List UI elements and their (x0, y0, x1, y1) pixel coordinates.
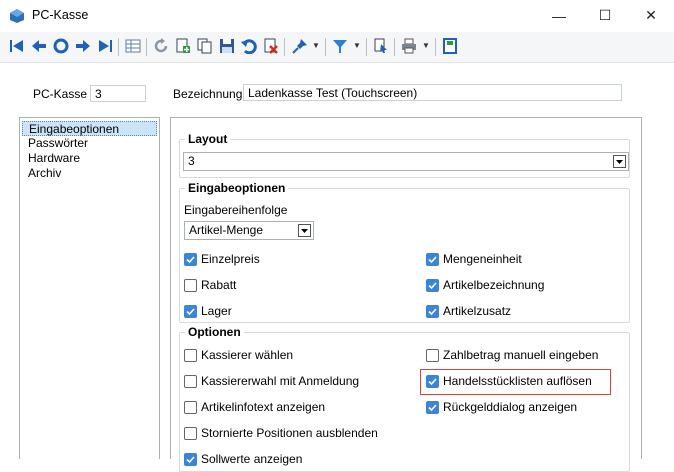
toolbar-separator (435, 38, 436, 56)
eingabereihenfolge-select[interactable]: Artikel-Menge (184, 221, 314, 240)
checkbox-label: Artikelinfotext anzeigen (201, 400, 326, 414)
checkbox-label: Sollwerte anzeigen (201, 452, 303, 466)
checkbox-lager[interactable]: Lager (184, 303, 232, 319)
toolbar-separator (118, 38, 119, 56)
chevron-down-icon[interactable] (298, 224, 311, 237)
toolbar-separator (394, 38, 395, 56)
checkbox-box[interactable] (426, 304, 439, 318)
chevron-down-icon[interactable]: ▼ (353, 41, 361, 50)
checkbox-box[interactable] (426, 252, 439, 266)
checkbox-box[interactable] (426, 278, 439, 292)
bezeichnung-field[interactable]: Ladenkasse Test (Touchscreen) (243, 84, 622, 101)
chevron-down-icon[interactable]: ▼ (312, 41, 320, 50)
title-bar: PC-Kasse — ☐ ✕ (0, 0, 674, 31)
toolbar-separator (366, 38, 367, 56)
print-icon[interactable] (400, 37, 418, 55)
checkbox-label: Stornierte Positionen ausblenden (201, 426, 378, 440)
last-record-icon[interactable] (96, 37, 114, 55)
checkbox-handelsstuecklisten[interactable]: Handelsstücklisten auflösen (426, 373, 592, 389)
bezeichnung-label: Bezeichnung (173, 87, 243, 101)
checkbox-label: Handelsstücklisten auflösen (443, 374, 592, 388)
close-form-icon[interactable] (441, 37, 459, 55)
checkbox-box[interactable] (426, 374, 439, 388)
app-icon (9, 8, 25, 24)
toolbar-separator (325, 38, 326, 56)
nav-item-archiv[interactable]: Archiv (22, 166, 157, 181)
copy-record-icon[interactable] (196, 37, 214, 55)
checkbox-kassiererwahl-anmeldung[interactable]: Kassiererwahl mit Anmeldung (184, 373, 359, 389)
nav-item-hardware[interactable]: Hardware (22, 151, 157, 166)
checkbox-label: Artikelzusatz (443, 304, 512, 318)
checkbox-einzelpreis[interactable]: Einzelpreis (184, 251, 260, 267)
optionen-group-title: Optionen (185, 325, 244, 339)
reload-icon[interactable] (152, 37, 170, 55)
window-title: PC-Kasse (32, 8, 89, 22)
layout-select-value: 3 (188, 154, 195, 168)
checkbox-box[interactable] (184, 252, 197, 266)
checkbox-rabatt[interactable]: Rabatt (184, 277, 236, 293)
save-icon[interactable] (218, 37, 236, 55)
checkbox-label: Artikelbezeichnung (443, 278, 545, 292)
checkbox-box[interactable] (184, 374, 197, 388)
checkbox-label: Rückgelddialog anzeigen (443, 400, 578, 414)
checkbox-box[interactable] (184, 400, 197, 414)
checkbox-label: Kassiererwahl mit Anmeldung (201, 374, 360, 388)
eingabeoptionen-group-title: Eingabeoptionen (185, 181, 289, 195)
minimize-button[interactable]: — (536, 0, 582, 31)
checkbox-rueckgelddialog[interactable]: Rückgelddialog anzeigen (426, 399, 577, 415)
checkbox-box[interactable] (426, 348, 439, 362)
checkbox-box[interactable] (184, 426, 197, 440)
checkbox-label: Einzelpreis (201, 252, 260, 266)
checkbox-artikelinfotext[interactable]: Artikelinfotext anzeigen (184, 399, 325, 415)
checkbox-kassierer-waehlen[interactable]: Kassierer wählen (184, 347, 293, 363)
checkbox-mengeneinheit[interactable]: Mengeneinheit (426, 251, 522, 267)
checkbox-label: Kassierer wählen (201, 348, 294, 362)
pin-icon[interactable] (291, 37, 309, 55)
first-record-icon[interactable] (8, 37, 26, 55)
delete-record-icon[interactable] (262, 37, 280, 55)
chevron-down-icon[interactable]: ▼ (422, 41, 430, 50)
checkbox-label: Mengeneinheit (443, 252, 522, 266)
checkbox-box[interactable] (184, 278, 197, 292)
refresh-icon[interactable] (52, 37, 70, 55)
checkbox-label: Zahlbetrag manuell eingeben (443, 348, 599, 362)
checkbox-stornierte-positionen[interactable]: Stornierte Positionen ausblenden (184, 425, 378, 441)
checkbox-artikelzusatz[interactable]: Artikelzusatz (426, 303, 511, 319)
checkbox-box[interactable] (184, 452, 197, 466)
close-button[interactable]: ✕ (628, 0, 674, 31)
pckasse-field[interactable]: 3 (90, 85, 146, 102)
toolbar: ▼ ▼ ▼ (0, 32, 674, 63)
checkbox-artikelbezeichnung[interactable]: Artikelbezeichnung (426, 277, 544, 293)
checkbox-zahlbetrag-manuell[interactable]: Zahlbetrag manuell eingeben (426, 347, 598, 363)
layout-select[interactable]: 3 (183, 152, 629, 171)
document-pointer-icon[interactable] (372, 37, 390, 55)
options-nav-list: Eingabeoptionen Passwörter Hardware Arch… (19, 117, 160, 459)
next-record-icon[interactable] (74, 37, 92, 55)
pckasse-label: PC-Kasse (33, 87, 88, 101)
checkbox-label: Lager (201, 304, 232, 318)
checkbox-label: Rabatt (201, 278, 237, 292)
checkbox-box[interactable] (184, 348, 197, 362)
layout-group-title: Layout (185, 132, 231, 146)
checkbox-box[interactable] (184, 304, 197, 318)
previous-record-icon[interactable] (30, 37, 48, 55)
nav-item-passwoerter[interactable]: Passwörter (22, 136, 157, 151)
eingabereihenfolge-label: Eingabereihenfolge (184, 203, 288, 217)
nav-item-eingabeoptionen[interactable]: Eingabeoptionen (22, 121, 157, 136)
chevron-down-icon[interactable] (613, 155, 626, 168)
undo-icon[interactable] (240, 37, 258, 55)
table-view-icon[interactable] (124, 37, 142, 55)
checkbox-sollwerte[interactable]: Sollwerte anzeigen (184, 451, 302, 467)
maximize-button[interactable]: ☐ (582, 0, 628, 31)
eingabereihenfolge-value: Artikel-Menge (189, 223, 264, 237)
filter-icon[interactable] (331, 37, 349, 55)
options-panel: Layout 3 Eingabeoptionen Eingabereihenfo… (170, 117, 642, 472)
toolbar-separator (284, 38, 285, 56)
toolbar-separator (146, 38, 147, 56)
checkbox-box[interactable] (426, 400, 439, 414)
new-record-icon[interactable] (174, 37, 192, 55)
